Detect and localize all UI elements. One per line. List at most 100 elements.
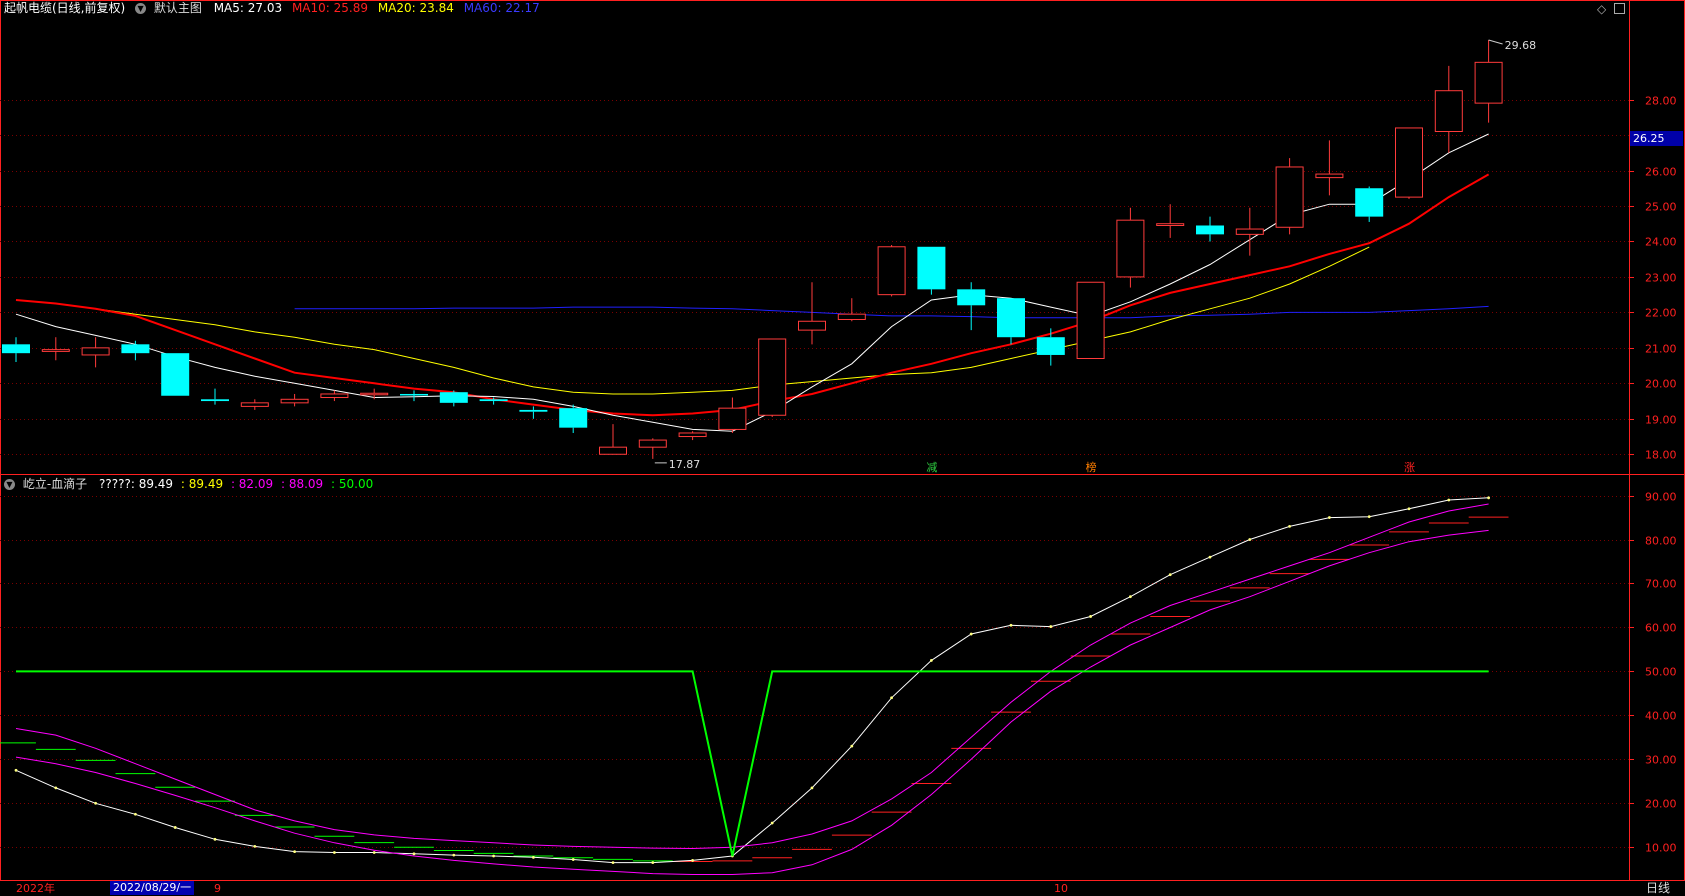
candle [638, 438, 667, 459]
y-tick-label: 30.00 [1645, 754, 1677, 767]
candle [1355, 186, 1384, 222]
stock-title: 起帆电缆(日线,前复权) [4, 1, 126, 15]
candle [1036, 328, 1065, 366]
candle [1315, 140, 1344, 196]
indicator-point [492, 854, 495, 858]
window-icon[interactable] [1614, 3, 1625, 14]
candle-body [240, 402, 269, 407]
candle-body [1355, 188, 1384, 217]
chart-canvas: 29.68 17.87 减 榜 涨 18.00 19.00 20.00 21.00 22.00 2… [0, 0, 1685, 881]
ma10-line [15, 173, 1490, 417]
indicator-value-1: ?????: 89.49 [99, 477, 174, 491]
indicator-point [770, 821, 774, 825]
indicator-point [1009, 623, 1013, 627]
candle-body [320, 393, 349, 399]
candle [1116, 207, 1145, 288]
candle [559, 404, 588, 433]
candle-body [519, 409, 548, 412]
candle [917, 246, 946, 295]
y-tick-label: 90.00 [1645, 491, 1677, 504]
indicator-point [452, 853, 456, 857]
indicator-point [890, 696, 893, 700]
indicator-point [1089, 615, 1092, 618]
high-pointer [1488, 39, 1503, 45]
candle [201, 388, 229, 405]
footer-month-10: 10 [1054, 882, 1068, 895]
period-button[interactable]: 日线 [1646, 881, 1670, 895]
candle-body [400, 393, 428, 396]
indicator-point [293, 850, 296, 854]
candle [997, 298, 1025, 345]
indicator-title[interactable]: 屹立-血滴子 [23, 477, 87, 491]
y-tick-label: 60.00 [1645, 622, 1677, 635]
candle-body [1116, 219, 1145, 278]
candle-body [201, 399, 229, 402]
ma20-series [15, 246, 1370, 395]
candle [1076, 281, 1105, 359]
indicator-point [1447, 498, 1451, 502]
candle-body [758, 338, 787, 416]
candle-body [41, 349, 70, 352]
footer-year: 2022年 [16, 882, 55, 895]
panel-name[interactable]: 默认主图 [154, 1, 202, 15]
indicator-point [1129, 595, 1132, 599]
ma20-line [15, 246, 1370, 395]
ma5-series [15, 133, 1489, 432]
candle-body [2, 344, 30, 354]
main-grid [0, 0, 1685, 881]
indicator-point [1049, 625, 1053, 628]
candle [121, 340, 150, 361]
chevron-down-icon[interactable]: ▼ [135, 3, 147, 14]
candle [678, 431, 707, 441]
indicator-point [333, 851, 336, 854]
candle [1474, 39, 1503, 123]
candle-body [1196, 225, 1224, 235]
chevron-down-icon[interactable]: ▼ [4, 479, 15, 490]
indicator-point [94, 801, 97, 805]
footer-month-9: 9 [214, 882, 221, 895]
candle-body [280, 398, 309, 404]
candle [718, 397, 747, 433]
candle [1395, 127, 1423, 199]
indicator-series [16, 670, 1489, 857]
candle-body [559, 408, 588, 428]
indicator-point [253, 844, 257, 848]
sub-header: ▼ 屹立-血滴子 ?????: 89.49 : 89.49 : 82.09 : … [4, 477, 373, 491]
y-tick-label: 26.00 [1645, 166, 1677, 179]
y-tick-label: 22.00 [1645, 307, 1677, 320]
footer-cursor-date: 2022/08/29/一 [110, 881, 195, 895]
ma60-value: MA60: 22.17 [463, 1, 540, 15]
ma60-line [294, 305, 1489, 319]
indicator-point [1328, 516, 1331, 519]
ma10-series [15, 173, 1490, 417]
outer-frame [0, 0, 1685, 881]
indicator-point [651, 861, 655, 865]
candle-body [1275, 166, 1304, 228]
indicator-point [213, 837, 217, 841]
y-tick-label: 10.00 [1645, 842, 1677, 855]
indicator-point [532, 855, 535, 859]
indicator-point [134, 812, 137, 816]
candle-body [1036, 337, 1065, 355]
y-tick-label: 24.00 [1645, 236, 1677, 249]
candle-body [599, 446, 627, 455]
indicator-point [1487, 496, 1490, 500]
candle [599, 424, 627, 455]
candle [519, 406, 548, 419]
candle [957, 282, 986, 331]
candle-body [837, 313, 866, 320]
y-tick-label: 23.00 [1645, 272, 1677, 285]
indicator-point [810, 786, 814, 790]
candle-body [1395, 127, 1423, 198]
diamond-icon[interactable]: ◇ [1597, 2, 1606, 16]
indicator-lines [0, 496, 1509, 875]
ma5-line [15, 133, 1489, 432]
indicator-point [54, 786, 58, 790]
candle-body [1434, 90, 1463, 132]
candle-body [439, 392, 468, 403]
candle [1434, 65, 1463, 153]
y-tick-label: 25.00 [1645, 201, 1677, 214]
indicator-series [15, 503, 1489, 850]
indicator-point [1168, 573, 1172, 577]
y-tick-label: 21.00 [1645, 343, 1677, 356]
